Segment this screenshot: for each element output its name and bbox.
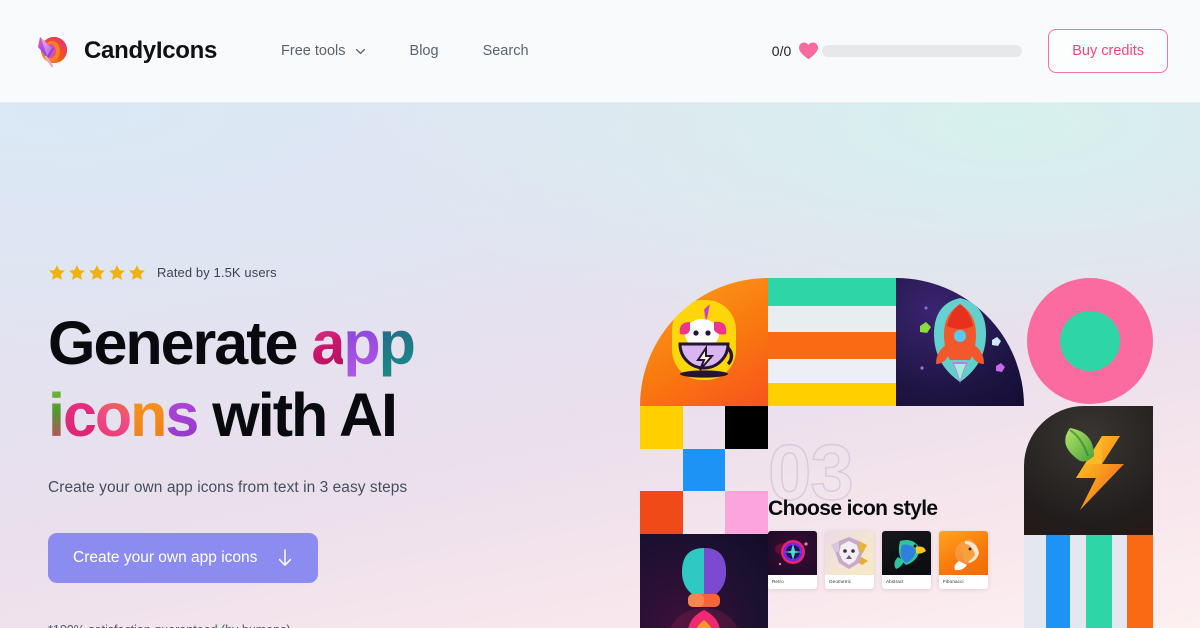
site-header: CandyIcons Free tools Blog Search 0/0 Bu… (0, 0, 1200, 103)
nav-item-free-tools[interactable]: Free tools (259, 35, 387, 67)
horizontal-stripes-tile (768, 278, 896, 406)
header-right-group: 0/0 Buy credits (772, 29, 1168, 73)
star-icon (49, 264, 65, 280)
headline-letter-s: s (165, 381, 199, 449)
rocket-space-tile (896, 278, 1024, 406)
create-icons-button[interactable]: Create your own app icons (48, 533, 319, 583)
headline-letter-n: n (130, 381, 167, 449)
main-nav: Free tools Blog Search (259, 35, 550, 67)
headline-letter-a: a (311, 309, 345, 377)
credits-count: 0/0 (771, 43, 792, 59)
hero-section: Rated by 1.5K users Generate app icons wi… (0, 103, 1200, 628)
style-label: Abstract (886, 579, 904, 584)
brand-name: CandyIcons (84, 37, 218, 64)
headline-plain-1: Generate (48, 309, 312, 377)
nav-label: Blog (409, 43, 439, 59)
pink-donut-tile (1027, 278, 1153, 404)
fibonacci-fox-thumb (939, 531, 988, 575)
heart-icon (798, 41, 819, 61)
buy-credits-button[interactable]: Buy credits (1048, 29, 1168, 73)
style-option-retro[interactable]: Retro (768, 531, 817, 589)
chevron-down-icon (355, 46, 366, 57)
star-icon (129, 264, 145, 280)
style-options-row: Retro Geometric Abstract Fibonacci (768, 531, 988, 589)
nav-label: Free tools (281, 43, 346, 59)
rating-text: Rated by 1.5K users (157, 264, 277, 280)
page-title: Generate app icons with AI (48, 307, 608, 451)
style-picker-card: 03 Choose icon style Retro Geometric Abs… (767, 427, 1068, 623)
style-label: Geometric (829, 579, 852, 584)
headline-plain-2: with AI (197, 381, 398, 449)
headline-letter-p2: p (378, 309, 416, 377)
nav-item-blog[interactable]: Blog (388, 35, 461, 67)
hero-copy: Rated by 1.5K users Generate app icons wi… (48, 263, 608, 628)
create-icons-label: Create your own app icons (73, 549, 258, 566)
hero-subheadline: Create your own app icons from text in 3… (48, 479, 408, 496)
arrow-down-icon (277, 549, 293, 567)
headline-letter-p1: p (343, 309, 380, 377)
style-option-abstract[interactable]: Abstract (882, 531, 931, 589)
vertical-bars-tile (1024, 535, 1153, 628)
style-option-geometric[interactable]: Geometric (825, 531, 874, 589)
star-icon (89, 264, 105, 280)
rocket-lightbulb-tile (640, 534, 768, 628)
nav-item-search[interactable]: Search (461, 35, 551, 67)
unicorn-cup-tile (640, 278, 768, 406)
style-picker-title: Choose icon style (768, 497, 938, 520)
credits-progress-bar (822, 45, 1023, 57)
headline-letter-o: o (94, 381, 132, 449)
headline-letter-i: i (48, 381, 65, 449)
star-icon (69, 264, 85, 280)
rocket-icon (920, 298, 1005, 384)
retro-compass-thumb (768, 531, 817, 575)
style-label: Fibonacci (943, 579, 964, 584)
nav-label: Search (482, 43, 529, 59)
star-icon (109, 264, 125, 280)
credits-meter: 0/0 (771, 41, 1023, 61)
style-option-fibonacci[interactable]: Fibonacci (939, 531, 988, 589)
style-label: Retro (772, 579, 784, 584)
checkerboard-tile (640, 406, 768, 534)
unicorn-in-teacup-icon (672, 300, 736, 380)
abstract-parrot-thumb (882, 531, 931, 575)
brand-logo-link[interactable]: CandyIcons (32, 29, 217, 73)
guarantee-note: *100% satisfaction guaranteed (by humans… (48, 623, 608, 628)
donut-hole (1060, 311, 1120, 371)
rating-block: Rated by 1.5K users (48, 263, 608, 281)
icon-mosaic: 03 Choose icon style Retro Geometric Abs… (640, 173, 1200, 628)
candy-swirl-logo-icon (32, 29, 72, 73)
geometric-lion-thumb (825, 531, 874, 575)
star-rating (48, 264, 146, 281)
lightbulb-rocket-icon (670, 548, 738, 628)
headline-letter-c: c (62, 381, 97, 449)
